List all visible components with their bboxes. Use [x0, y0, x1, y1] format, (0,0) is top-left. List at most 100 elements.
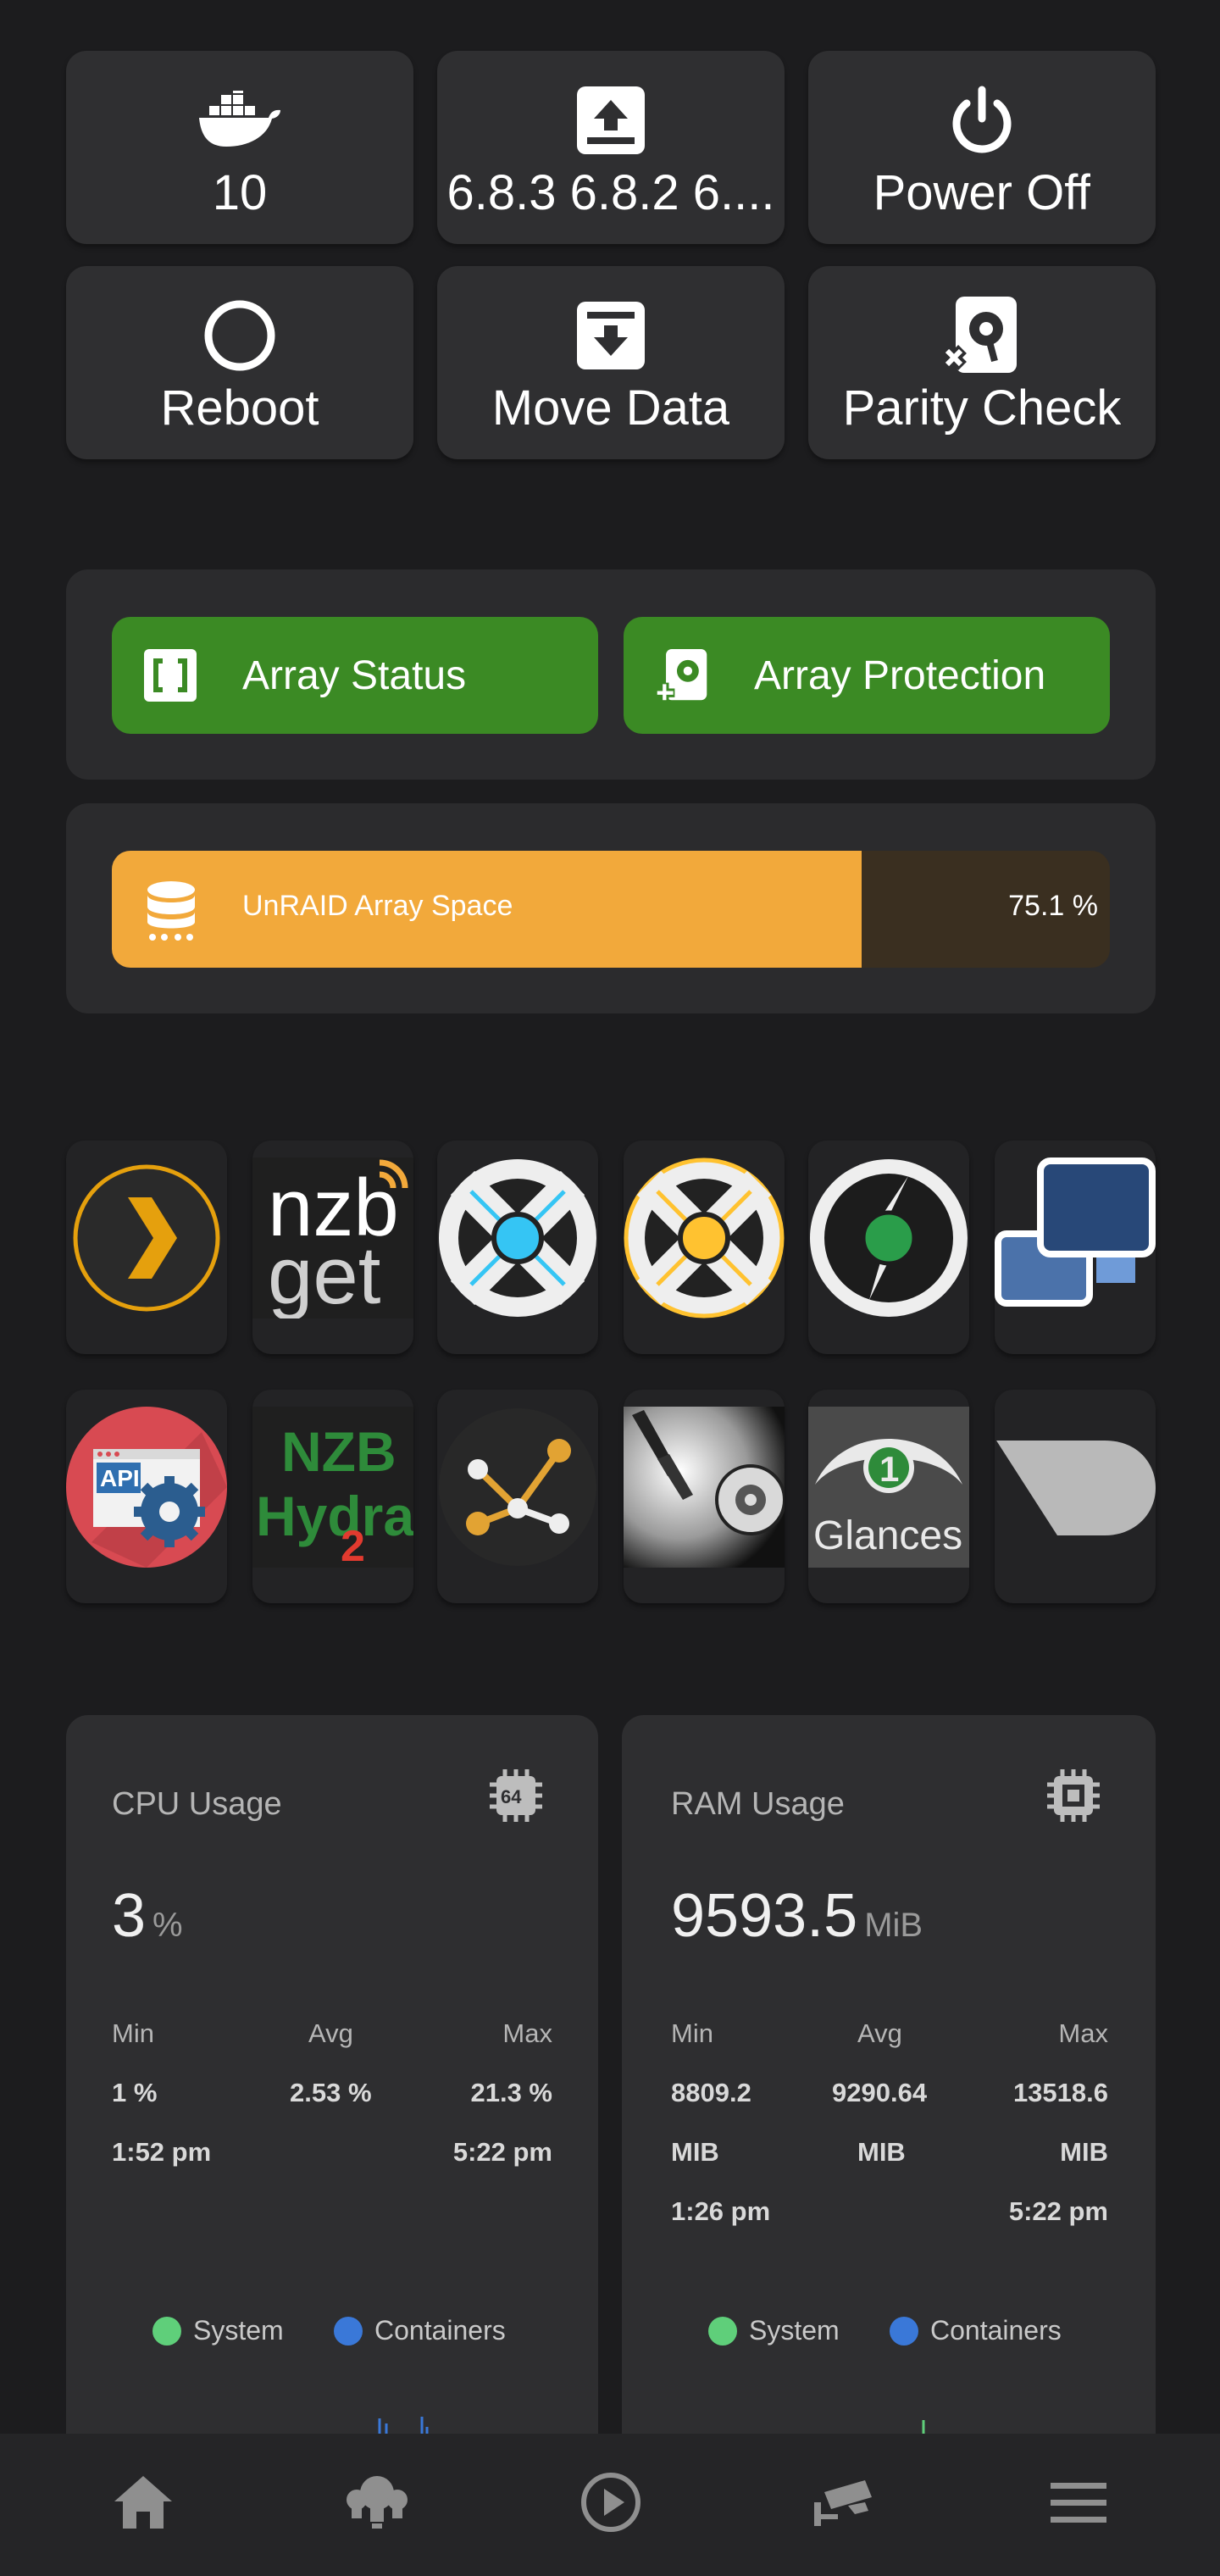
- ram-max-unit: MIB: [1060, 2137, 1108, 2167]
- nav-lights[interactable]: [339, 2464, 415, 2540]
- ram-legend-containers-label: Containers: [930, 2315, 1062, 2346]
- ram-title: RAM Usage: [671, 1786, 845, 1822]
- power-off-label: Power Off: [873, 165, 1091, 220]
- cpu-min-label: Min: [112, 2018, 154, 2048]
- containers-dot: [890, 2316, 918, 2346]
- ram-min-time: 1:26 pm: [671, 2196, 771, 2226]
- svg-text:NZB: NZB: [281, 1420, 396, 1483]
- app-plex[interactable]: [66, 1141, 227, 1354]
- home-icon: [114, 2476, 172, 2529]
- database-icon: [146, 881, 197, 947]
- app-virtual-desktops[interactable]: [995, 1141, 1156, 1354]
- ram-value: 9593.5: [671, 1882, 858, 1950]
- app-nzbget[interactable]: nzb nzb get: [252, 1141, 413, 1354]
- ram-unit: MiB: [864, 1907, 923, 1944]
- grey-shape-logo: [995, 1407, 1156, 1568]
- array-protection-button[interactable]: Array Protection: [624, 617, 1110, 734]
- app-radarr[interactable]: [624, 1141, 785, 1354]
- network-graph-logo: [437, 1407, 598, 1568]
- ram-avg-value: 9290.64: [832, 2078, 928, 2107]
- power-off-tile[interactable]: Power Off: [808, 51, 1156, 244]
- menu-icon: [1051, 2483, 1106, 2523]
- app-network-graph[interactable]: [437, 1390, 598, 1603]
- power-icon: [948, 83, 1016, 158]
- cpu-legend-system-label: System: [193, 2315, 284, 2346]
- glances-logo: 1 Glances: [808, 1407, 969, 1568]
- cpu-value: 3: [112, 1882, 147, 1950]
- plex-logo: [66, 1158, 227, 1319]
- cpu-usage-card[interactable]: CPU Usage 64 3% Min Avg Max 1 % 2.53 % 2…: [66, 1715, 598, 2478]
- play-circle-icon: [581, 2473, 640, 2532]
- ram-chip-icon: [1045, 1768, 1101, 1828]
- cpu-max-value: 21.3 %: [470, 2078, 552, 2107]
- svg-text:2: 2: [341, 1522, 365, 1568]
- parity-check-label: Parity Check: [842, 380, 1122, 436]
- array-space-value: 75.1 %: [1008, 890, 1098, 922]
- app-sonarr[interactable]: [437, 1141, 598, 1354]
- ram-min-value: 8809.2: [671, 2078, 751, 2107]
- nav-home[interactable]: [105, 2464, 181, 2540]
- nav-media[interactable]: [573, 2464, 649, 2540]
- svg-text:Hydra: Hydra: [256, 1485, 413, 1547]
- cpu-title: CPU Usage: [112, 1786, 282, 1822]
- nzbget-logo: nzb nzb get: [252, 1158, 413, 1319]
- reboot-label: Reboot: [160, 380, 319, 436]
- app-nzbhydra2[interactable]: NZB Hydra 2: [252, 1390, 413, 1603]
- array-status-button[interactable]: Array Status: [112, 617, 598, 734]
- docker-icon: [196, 83, 284, 158]
- app-api-settings[interactable]: API: [66, 1390, 227, 1603]
- docker-tile[interactable]: 10: [66, 51, 413, 244]
- cpu-unit: %: [152, 1907, 183, 1944]
- ram-legend-system[interactable]: System: [708, 2315, 840, 2346]
- array-buttons-card: Array Status Array Protection: [66, 569, 1156, 780]
- harddisk-logo: [624, 1407, 785, 1568]
- ram-min-label: Min: [671, 2018, 713, 2048]
- circle-icon: [203, 298, 276, 373]
- move-data-label: Move Data: [491, 380, 730, 436]
- cpu-min-value: 1 %: [112, 2078, 158, 2107]
- move-data-tile[interactable]: Move Data: [437, 266, 785, 459]
- cpu-max-label: Max: [502, 2018, 552, 2048]
- array-space-card: UnRAID Array Space 75.1 %: [66, 803, 1156, 1013]
- cpu-current: 3%: [112, 1881, 183, 1951]
- update-tile[interactable]: 6.8.3 6.8.2 6....: [437, 51, 785, 244]
- reboot-tile[interactable]: Reboot: [66, 266, 413, 459]
- sonarr-logo: [437, 1158, 598, 1319]
- update-versions: 6.8.3 6.8.2 6....: [446, 165, 775, 220]
- app-glances[interactable]: 1 Glances: [808, 1390, 969, 1603]
- nzbhydra2-logo: NZB Hydra 2: [252, 1407, 413, 1568]
- radarr-logo: [624, 1158, 785, 1319]
- cpu-legend-containers[interactable]: Containers: [334, 2315, 506, 2346]
- ram-legend-system-label: System: [749, 2315, 840, 2346]
- svg-text:Glances: Glances: [813, 1513, 962, 1558]
- ram-max-value: 13518.6: [1012, 2078, 1108, 2107]
- array-space-bar[interactable]: UnRAID Array Space 75.1 %: [112, 851, 1110, 968]
- ram-min-unit: MIB: [671, 2137, 719, 2167]
- cpu-max-time: 5:22 pm: [452, 2137, 552, 2167]
- ram-current: 9593.5 MiB: [671, 1881, 923, 1951]
- lidarr-logo: [808, 1158, 969, 1319]
- array-space-label: UnRAID Array Space: [242, 890, 513, 922]
- nav-cameras[interactable]: [807, 2464, 883, 2540]
- app-grey-shape[interactable]: [995, 1390, 1156, 1603]
- ram-usage-card[interactable]: RAM Usage 9593.5 MiB Min Avg Max 8809.2 9…: [622, 1715, 1156, 2478]
- nav-menu[interactable]: [1040, 2464, 1117, 2540]
- ram-legend-containers[interactable]: Containers: [890, 2315, 1062, 2346]
- cpu-legend-system[interactable]: System: [152, 2315, 284, 2346]
- parity-check-tile[interactable]: Parity Check: [808, 266, 1156, 459]
- ram-avg-label: Avg: [857, 2018, 902, 2048]
- app-harddisk[interactable]: [624, 1390, 785, 1603]
- upload-box-icon: [575, 83, 646, 158]
- ram-avg-unit: MIB: [857, 2137, 906, 2167]
- svg-text:64: 64: [501, 1786, 522, 1807]
- ram-max-time: 5:22 pm: [1008, 2196, 1108, 2226]
- brackets-icon: [144, 649, 197, 702]
- cpu-min-time: 1:52 pm: [112, 2137, 212, 2167]
- svg-text:1: 1: [879, 1449, 899, 1489]
- app-lidarr[interactable]: [808, 1141, 969, 1354]
- virtual-desktops-logo: [995, 1158, 1156, 1319]
- system-dot: [152, 2316, 181, 2346]
- system-dot: [708, 2316, 737, 2346]
- lightbulb-group-icon: [347, 2476, 408, 2529]
- bottom-nav: [0, 2434, 1220, 2576]
